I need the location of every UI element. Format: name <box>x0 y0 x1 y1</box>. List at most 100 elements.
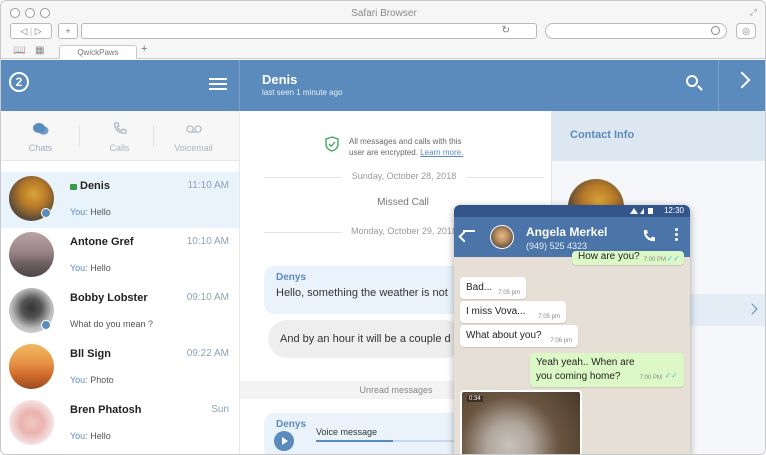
contact-item[interactable]: Bren Phatosh Sun You: Hello <box>1 396 239 452</box>
voice-progress[interactable] <box>316 440 456 442</box>
tab-chats[interactable]: Chats <box>1 111 80 161</box>
shield-check-icon <box>325 136 339 152</box>
back-forward-buttons[interactable]: ◁ | ▷ <box>10 23 52 39</box>
double-check-icon: ✓✓ <box>664 371 678 380</box>
browser-toolbar: ◁ | ▷ + ↻ ◎ <box>1 23 765 41</box>
contact-name: Bren Phatosh <box>70 404 142 416</box>
tab-calls-label: Calls <box>109 143 130 153</box>
contact-time: 11:10 AM <box>187 180 229 191</box>
app-logo: 2 <box>9 72 29 92</box>
chat-header: Denis last seen 1 minute ago <box>239 60 765 111</box>
avatar <box>9 232 54 277</box>
contact-name: Antone Gref <box>70 236 134 248</box>
contact-info-header: Contact Info <box>552 111 765 161</box>
phone-mockup: 12:30 Angela Merkel (949) 525 4323 How a… <box>454 205 690 454</box>
chevron-right-icon <box>746 303 758 315</box>
tab-calls[interactable]: Calls <box>80 111 159 161</box>
call-icon[interactable] <box>642 229 656 243</box>
contact-list: Denis 11:10 AM You: Hello Antone Gref 10… <box>1 172 239 454</box>
message-text: And by an hour it will be a couple d <box>280 333 451 345</box>
contact-time: Sun <box>211 404 229 415</box>
avatar <box>9 344 54 389</box>
more-icon[interactable] <box>675 228 678 243</box>
contact-preview: You: Hello <box>70 431 111 441</box>
resize-icon[interactable]: ⤢ <box>750 7 757 18</box>
tab-chats-label: Chats <box>28 143 53 153</box>
play-icon[interactable] <box>274 431 294 451</box>
phone-icon <box>114 122 127 134</box>
presence-icon <box>41 208 51 218</box>
contact-info-title: Contact Info <box>570 129 635 141</box>
grid-icon[interactable]: ▦ <box>35 45 44 56</box>
header-divider <box>718 60 719 111</box>
video-duration: 0:34 <box>467 396 483 402</box>
plus-icon: + <box>65 26 71 36</box>
signal-battery-icon <box>630 208 653 214</box>
bookmarks-icon[interactable]: 📖 <box>13 45 25 56</box>
contact-item[interactable]: Antone Gref 10:10 AM You: Hello <box>1 228 239 284</box>
lock-icon <box>70 184 77 190</box>
add-tab-icon[interactable]: + <box>141 43 147 55</box>
phone-message[interactable]: Yeah yeah.. When are you coming home? 7:… <box>530 353 684 387</box>
contact-preview: You: Hello <box>70 263 111 273</box>
message-card[interactable]: Denys Hello, something the weather is no… <box>264 266 464 314</box>
contact-name: Bobby Lobster <box>70 292 148 304</box>
contact-time: 09:10 AM <box>186 292 229 303</box>
chat-title: Denis <box>262 72 298 87</box>
presence-icon <box>41 320 51 330</box>
contact-name: Bll Sign <box>70 348 111 360</box>
phone-status-bar: 12:30 <box>454 205 690 217</box>
message-text: Hello, something the weather is not <box>276 287 448 299</box>
voice-label: Voice message <box>316 427 378 437</box>
phone-message[interactable]: I miss Vova... 7:05 pm <box>460 301 566 323</box>
message-bubble[interactable]: And by an hour it will be a couple d <box>268 320 464 358</box>
chat-search-icon[interactable] <box>686 75 698 87</box>
avatar <box>490 225 514 249</box>
avatar <box>9 400 54 445</box>
phone-message[interactable]: How are you? 7:00 PM ✓✓ <box>572 251 684 265</box>
settings-button[interactable]: ◎ <box>736 23 756 39</box>
encryption-notice: All messages and calls with this user ar… <box>349 137 464 157</box>
search-icon <box>711 26 720 35</box>
menu-icon[interactable] <box>209 78 227 93</box>
tab-voicemail-label: Voicemail <box>174 143 213 153</box>
back-icon[interactable]: ◁ <box>20 26 27 36</box>
window-title: Safari Browser <box>351 8 417 19</box>
browser-window: Safari Browser ⤢ ◁ | ▷ + ↻ ◎ 📖 ▦ QwickPa… <box>0 0 766 455</box>
forward-icon[interactable]: ▷ <box>35 26 42 36</box>
phone-chat: How are you? 7:00 PM ✓✓ Bad... 7:05 pm I… <box>454 251 690 454</box>
phone-contact-name: Angela Merkel <box>526 225 608 239</box>
reload-icon[interactable]: ↻ <box>502 25 510 36</box>
contact-item[interactable]: Bll Sign 09:22 AM You: Photo <box>1 340 239 396</box>
contact-item[interactable]: Denis 11:10 AM You: Hello <box>1 172 239 228</box>
phone-message[interactable]: Bad... 7:05 pm <box>460 277 526 299</box>
double-check-icon: ✓✓ <box>666 254 680 263</box>
contact-preview: What do you mean ? <box>70 319 154 329</box>
new-tab-button[interactable]: + <box>58 23 78 39</box>
back-arrow-icon[interactable] <box>463 230 475 232</box>
title-bar: Safari Browser ⤢ <box>1 1 765 23</box>
phone-message[interactable]: What about you? 7:06 pm <box>460 325 578 347</box>
learn-more-link[interactable]: Learn more. <box>420 148 463 157</box>
phone-time: 12:30 <box>663 206 684 215</box>
contact-preview: You: Hello <box>70 207 111 217</box>
search-field[interactable] <box>545 23 727 39</box>
message-sender: Denys <box>276 272 307 283</box>
voice-message-card[interactable]: Denys Voice message <box>264 413 464 454</box>
chats-icon <box>33 123 49 135</box>
video-thumbnail[interactable]: 0:34 <box>460 390 582 454</box>
left-header: 2 <box>1 60 239 111</box>
contact-preview: You: Photo <box>70 375 114 385</box>
contact-name: Denis <box>70 180 110 192</box>
address-bar[interactable]: ↻ <box>81 23 537 39</box>
chevron-right-icon[interactable] <box>733 71 751 89</box>
browser-tab[interactable]: QwickPaws <box>59 45 137 59</box>
voicemail-icon <box>186 125 202 133</box>
tab-voicemail[interactable]: Voicemail <box>154 111 233 161</box>
contact-time: 10:10 AM <box>186 236 229 247</box>
tab-bar: 📖 ▦ QwickPaws + <box>1 43 765 59</box>
phone-contact-number: (949) 525 4323 <box>526 241 588 251</box>
contact-item[interactable]: Bobby Lobster 09:10 AM What do you mean … <box>1 284 239 340</box>
nav-tabs: Chats Calls Voicemail <box>1 111 239 161</box>
message-sender: Denys <box>276 419 307 430</box>
